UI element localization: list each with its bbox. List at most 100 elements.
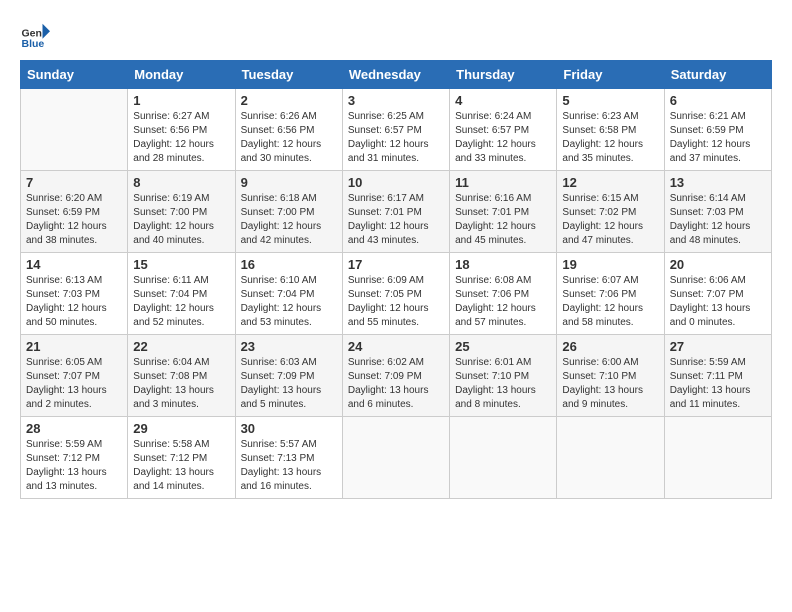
day-number: 22 — [133, 339, 229, 354]
day-info: Sunrise: 6:26 AM Sunset: 6:56 PM Dayligh… — [241, 110, 337, 166]
logo-icon: Gen Blue — [20, 20, 50, 50]
day-number: 14 — [26, 257, 122, 272]
day-number: 26 — [562, 339, 658, 354]
column-header-monday: Monday — [128, 61, 235, 89]
day-number: 29 — [133, 421, 229, 436]
calendar-cell: 20Sunrise: 6:06 AM Sunset: 7:07 PM Dayli… — [664, 253, 771, 335]
calendar-cell: 11Sunrise: 6:16 AM Sunset: 7:01 PM Dayli… — [450, 171, 557, 253]
day-info: Sunrise: 5:59 AM Sunset: 7:12 PM Dayligh… — [26, 438, 122, 494]
day-info: Sunrise: 6:21 AM Sunset: 6:59 PM Dayligh… — [670, 110, 766, 166]
calendar-cell: 24Sunrise: 6:02 AM Sunset: 7:09 PM Dayli… — [342, 335, 449, 417]
day-info: Sunrise: 6:04 AM Sunset: 7:08 PM Dayligh… — [133, 356, 229, 412]
day-number: 27 — [670, 339, 766, 354]
calendar-cell: 17 Sunrise: 6:09 AM Sunset: 7:05 PM Dayli… — [342, 253, 449, 335]
day-info: Sunrise: 6:23 AM Sunset: 6:58 PM Dayligh… — [562, 110, 658, 166]
day-number: 18 — [455, 257, 551, 272]
column-header-tuesday: Tuesday — [235, 61, 342, 89]
day-info: Sunrise: 6:17 AM Sunset: 7:01 PM Dayligh… — [348, 192, 444, 248]
svg-text:Blue: Blue — [22, 38, 45, 50]
day-number: 3 — [348, 93, 444, 108]
calendar-cell: 7 Sunrise: 6:20 AM Sunset: 6:59 PM Daylig… — [21, 171, 128, 253]
day-number: 25 — [455, 339, 551, 354]
calendar-cell: 22 Sunrise: 6:04 AM Sunset: 7:08 PM Dayli… — [128, 335, 235, 417]
day-info: Sunrise: 6:08 AM Sunset: 7:06 PM Dayligh… — [455, 274, 551, 330]
calendar-cell: 18 Sunrise: 6:08 AM Sunset: 7:06 PM Dayli… — [450, 253, 557, 335]
calendar-week-5: 28 Sunrise: 5:59 AM Sunset: 7:12 PM Dayli… — [21, 417, 772, 499]
day-number: 28 — [26, 421, 122, 436]
calendar-cell: 4 Sunrise: 6:24 AM Sunset: 6:57 PM Daylig… — [450, 89, 557, 171]
day-info: Sunrise: 6:03 AM Sunset: 7:09 PM Dayligh… — [241, 356, 337, 412]
calendar-week-2: 7 Sunrise: 6:20 AM Sunset: 6:59 PM Daylig… — [21, 171, 772, 253]
day-info: Sunrise: 6:25 AM Sunset: 6:57 PM Dayligh… — [348, 110, 444, 166]
calendar-cell — [450, 417, 557, 499]
day-info: Sunrise: 6:01 AM Sunset: 7:10 PM Dayligh… — [455, 356, 551, 412]
day-info: Sunrise: 6:16 AM Sunset: 7:01 PM Dayligh… — [455, 192, 551, 248]
day-info: Sunrise: 6:11 AM Sunset: 7:04 PM Dayligh… — [133, 274, 229, 330]
day-number: 15 — [133, 257, 229, 272]
day-info: Sunrise: 6:05 AM Sunset: 7:07 PM Dayligh… — [26, 356, 122, 412]
calendar-cell: 25 Sunrise: 6:01 AM Sunset: 7:10 PM Dayli… — [450, 335, 557, 417]
day-info: Sunrise: 6:27 AM Sunset: 6:56 PM Dayligh… — [133, 110, 229, 166]
day-number: 16 — [241, 257, 337, 272]
day-number: 17 — [348, 257, 444, 272]
day-number: 13 — [670, 175, 766, 190]
day-info: Sunrise: 6:14 AM Sunset: 7:03 PM Dayligh… — [670, 192, 766, 248]
day-number: 23 — [241, 339, 337, 354]
page-header: Gen Blue — [20, 20, 772, 50]
calendar-cell: 15 Sunrise: 6:11 AM Sunset: 7:04 PM Dayli… — [128, 253, 235, 335]
day-number: 24 — [348, 339, 444, 354]
calendar-cell: 6Sunrise: 6:21 AM Sunset: 6:59 PM Daylig… — [664, 89, 771, 171]
day-number: 7 — [26, 175, 122, 190]
day-info: Sunrise: 5:59 AM Sunset: 7:11 PM Dayligh… — [670, 356, 766, 412]
calendar-cell: 28 Sunrise: 5:59 AM Sunset: 7:12 PM Dayli… — [21, 417, 128, 499]
day-number: 9 — [241, 175, 337, 190]
calendar-cell: 8Sunrise: 6:19 AM Sunset: 7:00 PM Daylig… — [128, 171, 235, 253]
day-number: 19 — [562, 257, 658, 272]
day-info: Sunrise: 6:18 AM Sunset: 7:00 PM Dayligh… — [241, 192, 337, 248]
calendar-cell: 26 Sunrise: 6:00 AM Sunset: 7:10 PM Dayli… — [557, 335, 664, 417]
calendar-cell: 29 Sunrise: 5:58 AM Sunset: 7:12 PM Dayli… — [128, 417, 235, 499]
calendar-table: SundayMondayTuesdayWednesdayThursdayFrid… — [20, 60, 772, 499]
column-header-wednesday: Wednesday — [342, 61, 449, 89]
day-number: 12 — [562, 175, 658, 190]
calendar-cell — [557, 417, 664, 499]
calendar-cell: 13 Sunrise: 6:14 AM Sunset: 7:03 PM Dayli… — [664, 171, 771, 253]
calendar-header-row: SundayMondayTuesdayWednesdayThursdayFrid… — [21, 61, 772, 89]
day-info: Sunrise: 6:19 AM Sunset: 7:00 PM Dayligh… — [133, 192, 229, 248]
calendar-cell: 2 Sunrise: 6:26 AM Sunset: 6:56 PM Daylig… — [235, 89, 342, 171]
calendar-week-3: 14Sunrise: 6:13 AM Sunset: 7:03 PM Dayli… — [21, 253, 772, 335]
day-number: 21 — [26, 339, 122, 354]
logo: Gen Blue — [20, 20, 54, 50]
day-info: Sunrise: 6:00 AM Sunset: 7:10 PM Dayligh… — [562, 356, 658, 412]
day-info: Sunrise: 5:58 AM Sunset: 7:12 PM Dayligh… — [133, 438, 229, 494]
day-info: Sunrise: 6:15 AM Sunset: 7:02 PM Dayligh… — [562, 192, 658, 248]
calendar-cell: 16Sunrise: 6:10 AM Sunset: 7:04 PM Dayli… — [235, 253, 342, 335]
day-number: 1 — [133, 93, 229, 108]
day-number: 10 — [348, 175, 444, 190]
column-header-friday: Friday — [557, 61, 664, 89]
calendar-cell: 3 Sunrise: 6:25 AM Sunset: 6:57 PM Daylig… — [342, 89, 449, 171]
calendar-cell: 19 Sunrise: 6:07 AM Sunset: 7:06 PM Dayli… — [557, 253, 664, 335]
day-number: 2 — [241, 93, 337, 108]
day-info: Sunrise: 6:06 AM Sunset: 7:07 PM Dayligh… — [670, 274, 766, 330]
day-info: Sunrise: 6:07 AM Sunset: 7:06 PM Dayligh… — [562, 274, 658, 330]
day-info: Sunrise: 6:09 AM Sunset: 7:05 PM Dayligh… — [348, 274, 444, 330]
day-number: 30 — [241, 421, 337, 436]
calendar-week-1: 1 Sunrise: 6:27 AM Sunset: 6:56 PM Daylig… — [21, 89, 772, 171]
day-number: 5 — [562, 93, 658, 108]
day-info: Sunrise: 5:57 AM Sunset: 7:13 PM Dayligh… — [241, 438, 337, 494]
day-number: 4 — [455, 93, 551, 108]
day-info: Sunrise: 6:20 AM Sunset: 6:59 PM Dayligh… — [26, 192, 122, 248]
calendar-week-4: 21 Sunrise: 6:05 AM Sunset: 7:07 PM Dayli… — [21, 335, 772, 417]
calendar-cell: 1 Sunrise: 6:27 AM Sunset: 6:56 PM Daylig… — [128, 89, 235, 171]
calendar-cell: 30 Sunrise: 5:57 AM Sunset: 7:13 PM Dayli… — [235, 417, 342, 499]
calendar-cell: 14Sunrise: 6:13 AM Sunset: 7:03 PM Dayli… — [21, 253, 128, 335]
calendar-cell: 21 Sunrise: 6:05 AM Sunset: 7:07 PM Dayli… — [21, 335, 128, 417]
day-info: Sunrise: 6:24 AM Sunset: 6:57 PM Dayligh… — [455, 110, 551, 166]
column-header-saturday: Saturday — [664, 61, 771, 89]
calendar-cell: 12 Sunrise: 6:15 AM Sunset: 7:02 PM Dayli… — [557, 171, 664, 253]
calendar-cell — [664, 417, 771, 499]
calendar-cell: 10 Sunrise: 6:17 AM Sunset: 7:01 PM Dayli… — [342, 171, 449, 253]
column-header-thursday: Thursday — [450, 61, 557, 89]
calendar-cell — [21, 89, 128, 171]
